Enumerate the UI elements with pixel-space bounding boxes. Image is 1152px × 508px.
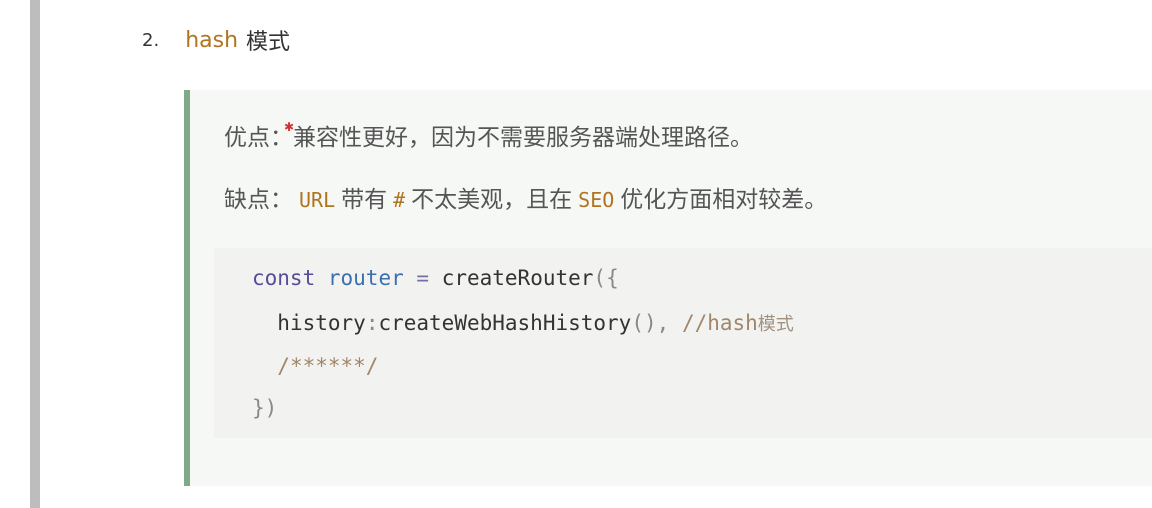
code-line-4: }) bbox=[252, 396, 277, 420]
inline-code-hash: # bbox=[393, 188, 406, 212]
code-line-2: history:createWebHashHistory(), //hash模式 bbox=[252, 310, 794, 336]
code-colon: : bbox=[365, 311, 379, 335]
code-closing: }) bbox=[252, 396, 278, 420]
cons-text-2: 不太美观，且在 bbox=[411, 187, 573, 213]
inline-code-seo: SEO bbox=[578, 188, 615, 212]
left-border-bar bbox=[30, 0, 40, 508]
heading-keyword: hash bbox=[185, 27, 239, 53]
code-block: const router = createRouter({ history:cr… bbox=[214, 248, 1152, 438]
cons-text-1: 带有 bbox=[341, 187, 388, 213]
document-page: 2. hash 模式 ✱ 优点：兼容性更好，因为不需要服务器端处理路径。 缺点：… bbox=[0, 0, 1152, 508]
tip-block: ✱ 优点：兼容性更好，因为不需要服务器端处理路径。 缺点： URL 带有 # 不太美观，… bbox=[184, 90, 1152, 486]
pros-line: 优点：兼容性更好，因为不需要服务器端处理路径。 bbox=[224, 118, 753, 152]
code-function-call: createRouter bbox=[441, 266, 594, 290]
code-comment: //hash bbox=[681, 311, 758, 335]
cons-text-3: 优化方面相对较差。 bbox=[620, 187, 828, 213]
section-heading: 2. hash 模式 bbox=[142, 22, 290, 58]
code-comment-zh: 模式 bbox=[757, 314, 794, 335]
code-punctuation: ({ bbox=[593, 266, 619, 290]
code-variable: router bbox=[327, 266, 404, 290]
code-line-1: const router = createRouter({ bbox=[252, 266, 619, 290]
code-parens: (), bbox=[631, 311, 670, 335]
code-keyword: const bbox=[252, 266, 316, 290]
code-line-3: /******/ bbox=[252, 354, 378, 378]
cons-line: 缺点： URL 带有 # 不太美观，且在 SEO 优化方面相对较差。 bbox=[224, 180, 827, 214]
pros-text: 兼容性更好，因为不需要服务器端处理路径。 bbox=[293, 125, 753, 151]
pros-label: 优点： bbox=[224, 125, 293, 151]
code-property: history bbox=[277, 311, 366, 335]
code-operator: = bbox=[416, 266, 430, 290]
code-comment: /******/ bbox=[277, 354, 379, 378]
list-number: 2. bbox=[142, 29, 160, 51]
heading-text: 模式 bbox=[246, 30, 291, 55]
inline-code-url: URL bbox=[299, 188, 336, 212]
code-function-call: createWebHashHistory bbox=[378, 311, 632, 335]
cons-label: 缺点： bbox=[224, 187, 293, 213]
